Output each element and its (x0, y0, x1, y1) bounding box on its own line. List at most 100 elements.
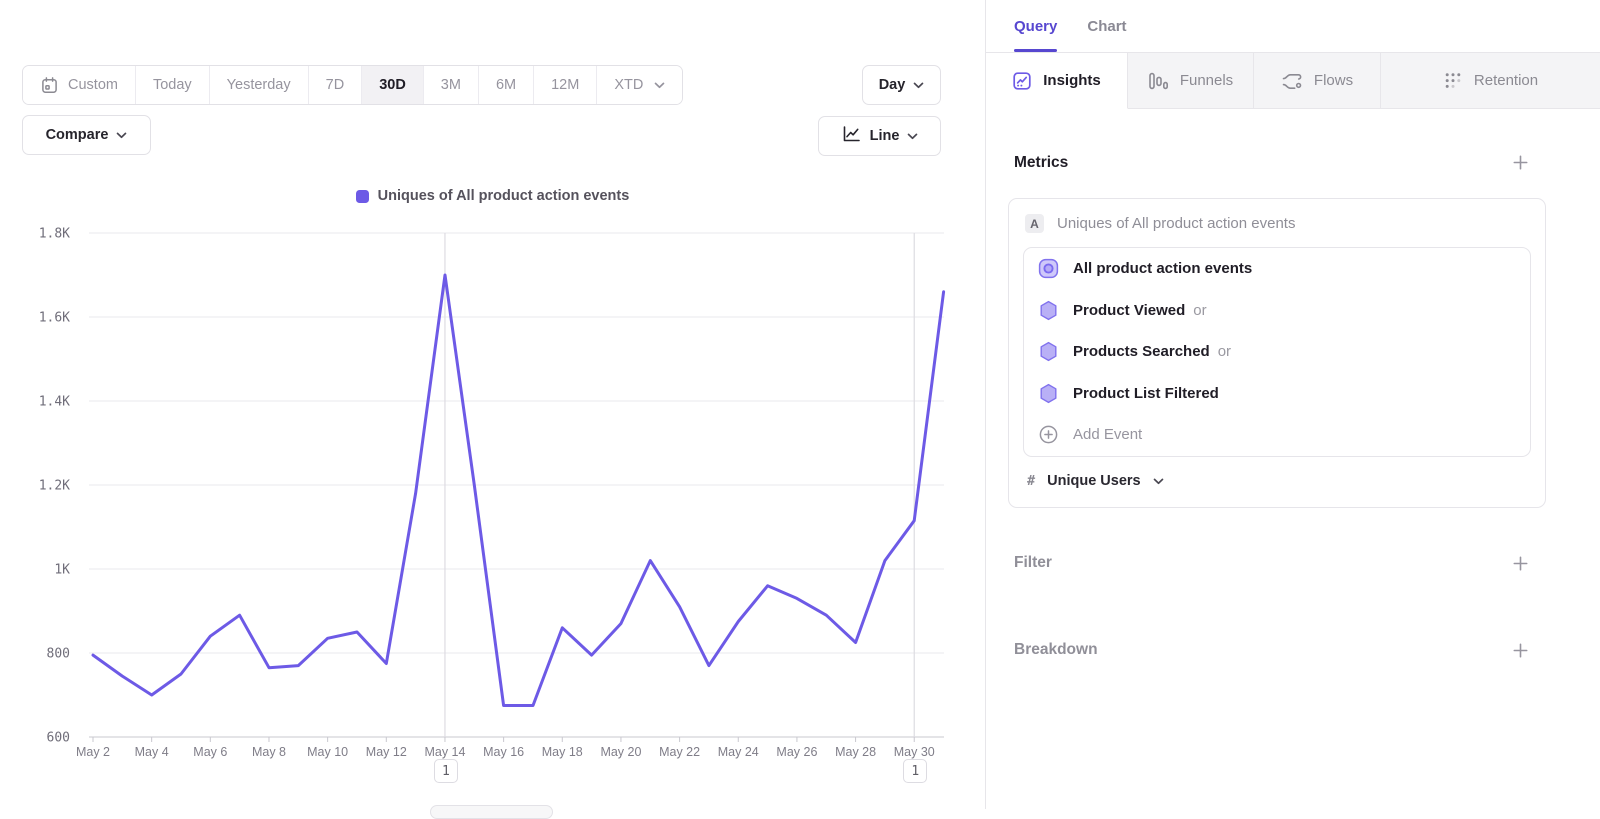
granularity-dropdown[interactable]: Day (862, 65, 941, 105)
chevron-down-icon (116, 127, 127, 143)
chart-legend: Uniques of All product action events (0, 188, 985, 204)
metric-summary: Uniques of All product action events (1057, 215, 1295, 232)
x-tick-label: May 22 (659, 745, 700, 759)
x-tick-label: May 18 (542, 745, 583, 759)
date-range-custom[interactable]: Custom (23, 66, 135, 104)
flows-icon (1281, 71, 1303, 91)
retention-icon (1443, 71, 1463, 91)
report-tab-label: Insights (1043, 72, 1101, 89)
x-tick-label: May 28 (835, 745, 876, 759)
date-range-7d[interactable]: 7D (308, 66, 362, 104)
report-tab-label: Funnels (1180, 72, 1233, 89)
annotation-marker[interactable]: 1 (434, 759, 458, 783)
date-range-label: Custom (68, 77, 118, 93)
x-tick-label: May 10 (307, 745, 348, 759)
date-range-today[interactable]: Today (135, 66, 209, 104)
y-tick-label: 1.8K (39, 227, 70, 242)
add-filter-button[interactable] (1509, 552, 1532, 575)
series-line[interactable] (93, 275, 944, 706)
x-tick-label: May 14 (424, 745, 465, 759)
breakdown-section-header: Breakdown (1014, 639, 1532, 662)
y-tick-label: 1.4K (39, 395, 70, 410)
x-tick-label: May 2 (76, 745, 110, 759)
x-tick-label: May 8 (252, 745, 286, 759)
y-tick-label: 1.2K (39, 479, 70, 494)
report-type-tabs: Insights Funnels Flows Retention (986, 52, 1600, 109)
hexagon-event-icon (1038, 341, 1059, 362)
filter-title: Filter (1014, 554, 1052, 572)
view-tab-query[interactable]: Query (1014, 0, 1057, 52)
metric-card-header[interactable]: A Uniques of All product action events (1009, 199, 1545, 243)
date-range-label: XTD (614, 77, 643, 93)
compare-dropdown[interactable]: Compare (22, 115, 151, 155)
metric-card: A Uniques of All product action events A… (1008, 198, 1546, 508)
breakdown-title: Breakdown (1014, 641, 1098, 659)
date-range-yesterday[interactable]: Yesterday (209, 66, 308, 104)
x-tick-label: May 4 (135, 745, 169, 759)
x-tick-label: May 26 (776, 745, 817, 759)
date-range-6m[interactable]: 6M (478, 66, 533, 104)
chevron-down-icon (654, 82, 665, 89)
report-tab-label: Flows (1314, 72, 1353, 89)
tab-flows[interactable]: Flows (1254, 53, 1381, 109)
y-tick-label: 1.6K (39, 311, 70, 326)
date-range-xtd[interactable]: XTD (596, 66, 682, 104)
event-label: Product List Filtered (1073, 385, 1219, 402)
event-label: Add Event (1073, 426, 1142, 443)
date-range-label: 30D (379, 77, 406, 93)
query-builder-panel: Query Chart Insights Funnels Flows Retention… (985, 0, 1600, 809)
date-range-12m[interactable]: 12M (533, 66, 596, 104)
x-tick-label: May 30 (894, 745, 935, 759)
event-label: Products Searched (1073, 343, 1210, 360)
calendar-icon (40, 76, 59, 95)
chart-type-dropdown[interactable]: Line (818, 116, 941, 156)
event-row-products-searched[interactable]: Products Searched or (1024, 331, 1530, 373)
date-range-3m[interactable]: 3M (423, 66, 478, 104)
view-tab-chart[interactable]: Chart (1087, 0, 1126, 52)
funnels-icon (1148, 71, 1169, 91)
add-breakdown-button[interactable] (1509, 639, 1532, 662)
event-row-product-list-filtered[interactable]: Product List Filtered (1024, 373, 1530, 415)
y-tick-label: 600 (47, 731, 70, 746)
date-range-label: 12M (551, 77, 579, 93)
tab-retention[interactable]: Retention (1381, 53, 1600, 109)
hash-icon: # (1027, 473, 1035, 489)
y-tick-label: 800 (47, 647, 70, 662)
hexagon-event-icon (1038, 383, 1059, 404)
aggregation-dropdown[interactable]: # Unique Users (1009, 457, 1545, 507)
add-metric-button[interactable] (1509, 151, 1532, 174)
legend-swatch (356, 190, 369, 203)
event-label: Product Viewed (1073, 302, 1185, 319)
tab-funnels[interactable]: Funnels (1128, 53, 1254, 109)
event-label: All product action events (1073, 260, 1252, 277)
chevron-down-icon (1153, 472, 1164, 490)
hexagon-event-icon (1038, 300, 1059, 321)
x-tick-label: May 12 (366, 745, 407, 759)
date-range-label: Yesterday (227, 77, 291, 93)
date-range-label: 3M (441, 77, 461, 93)
date-range-label: Today (153, 77, 192, 93)
date-range-label: 6M (496, 77, 516, 93)
x-tick-label: May 16 (483, 745, 524, 759)
event-operator: or (1193, 302, 1206, 319)
chevron-down-icon (907, 128, 918, 144)
clipped-bottom-control[interactable] (430, 805, 553, 819)
metrics-title: Metrics (1014, 154, 1068, 172)
chart-type-label: Line (870, 128, 900, 144)
tab-insights[interactable]: Insights (986, 53, 1128, 109)
date-range-segmented-control: Custom Today Yesterday 7D 30D 3M 6M 12M XTD (22, 65, 683, 105)
event-operator: or (1218, 343, 1231, 360)
report-tab-label: Retention (1474, 72, 1538, 89)
insights-icon (1012, 71, 1032, 91)
metric-letter-badge: A (1025, 214, 1044, 233)
chart-pane: 600 800 1K 1.2K 1.4K 1.6K 1.8K May 2 May 4 May 6 M… (0, 0, 985, 809)
date-range-30d[interactable]: 30D (361, 66, 423, 104)
y-tick-label: 1K (54, 563, 70, 578)
add-event-button[interactable]: Add Event (1024, 414, 1530, 456)
event-row-product-viewed[interactable]: Product Viewed or (1024, 290, 1530, 332)
x-tick-label: May 6 (193, 745, 227, 759)
compare-label: Compare (46, 127, 109, 143)
annotation-marker[interactable]: 1 (903, 759, 927, 783)
event-row-all-product-action-events[interactable]: All product action events (1024, 248, 1530, 290)
aggregation-label: Unique Users (1047, 473, 1140, 489)
